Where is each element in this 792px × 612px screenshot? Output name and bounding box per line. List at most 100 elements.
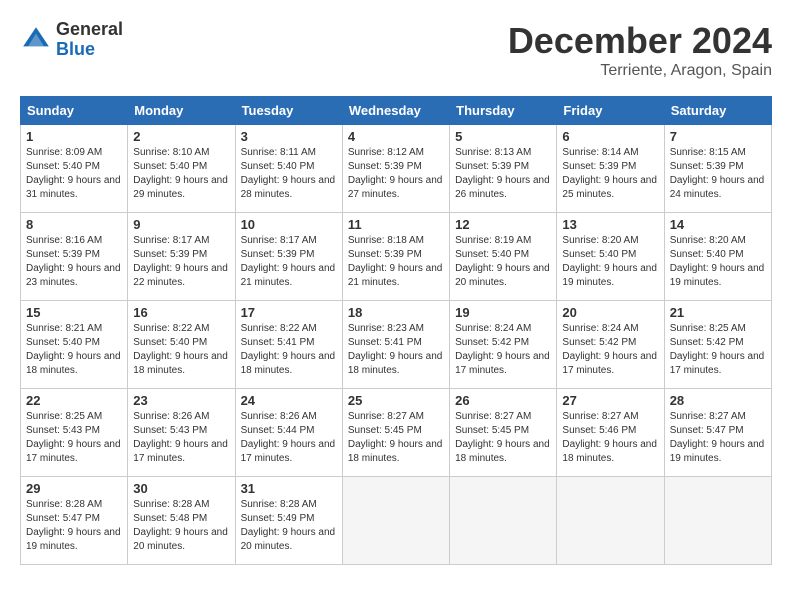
day-info: Sunrise: 8:22 AMSunset: 5:40 PMDaylight:… [133, 322, 229, 378]
calendar-cell: 16 Sunrise: 8:22 AMSunset: 5:40 PMDayligh… [128, 301, 235, 389]
calendar-cell: 19 Sunrise: 8:24 AMSunset: 5:42 PMDayligh… [450, 301, 557, 389]
header-tuesday: Tuesday [235, 97, 342, 125]
logo-text: General Blue [56, 20, 123, 60]
day-info: Sunrise: 8:26 AMSunset: 5:44 PMDaylight:… [241, 410, 337, 466]
title-block: December 2024 Terriente, Aragon, Spain [508, 20, 772, 80]
calendar-cell: 3Sunrise: 8:11 AMSunset: 5:40 PMDaylight… [235, 125, 342, 213]
day-number: 5 [455, 129, 551, 144]
day-number: 13 [562, 217, 658, 232]
calendar-cell: 18 Sunrise: 8:23 AMSunset: 5:41 PMDayligh… [342, 301, 449, 389]
day-number: 20 [562, 305, 658, 320]
calendar-cell: 7Sunrise: 8:15 AMSunset: 5:39 PMDaylight… [664, 125, 771, 213]
day-number: 1 [26, 129, 122, 144]
logo-general: General [56, 20, 123, 40]
day-number: 21 [670, 305, 766, 320]
day-info: Sunrise: 8:19 AMSunset: 5:40 PMDaylight:… [455, 234, 551, 290]
calendar-cell: 20Sunrise: 8:24 AMSunset: 5:42 PMDayligh… [557, 301, 664, 389]
day-number: 17 [241, 305, 337, 320]
location: Terriente, Aragon, Spain [508, 62, 772, 80]
calendar-cell: 26 Sunrise: 8:27 AMSunset: 5:45 PMDayligh… [450, 389, 557, 477]
week-row-1: 1 Sunrise: 8:09 AMSunset: 5:40 PMDaylight… [21, 125, 772, 213]
calendar-cell: 15Sunrise: 8:21 AMSunset: 5:40 PMDayligh… [21, 301, 128, 389]
day-number: 11 [348, 217, 444, 232]
calendar-table: SundayMondayTuesdayWednesdayThursdayFrid… [20, 96, 772, 565]
day-number: 25 [348, 393, 444, 408]
calendar-cell: 27 Sunrise: 8:27 AMSunset: 5:46 PMDayligh… [557, 389, 664, 477]
calendar-cell [342, 477, 449, 565]
calendar-cell: 4 Sunrise: 8:12 AMSunset: 5:39 PMDaylight… [342, 125, 449, 213]
day-number: 10 [241, 217, 337, 232]
calendar-cell: 11 Sunrise: 8:18 AMSunset: 5:39 PMDayligh… [342, 213, 449, 301]
calendar-cell: 28 Sunrise: 8:27 AMSunset: 5:47 PMDayligh… [664, 389, 771, 477]
calendar-cell: 10Sunrise: 8:17 AMSunset: 5:39 PMDayligh… [235, 213, 342, 301]
day-info: Sunrise: 8:27 AMSunset: 5:46 PMDaylight:… [562, 410, 658, 466]
day-info: Sunrise: 8:17 AMSunset: 5:39 PMDaylight:… [133, 234, 229, 290]
calendar-cell: 8Sunrise: 8:16 AMSunset: 5:39 PMDaylight… [21, 213, 128, 301]
day-number: 28 [670, 393, 766, 408]
calendar-cell: 6Sunrise: 8:14 AMSunset: 5:39 PMDaylight… [557, 125, 664, 213]
calendar-cell: 25 Sunrise: 8:27 AMSunset: 5:45 PMDayligh… [342, 389, 449, 477]
calendar-cell: 24 Sunrise: 8:26 AMSunset: 5:44 PMDayligh… [235, 389, 342, 477]
calendar-cell [664, 477, 771, 565]
day-number: 16 [133, 305, 229, 320]
day-info: Sunrise: 8:28 AMSunset: 5:47 PMDaylight:… [26, 498, 122, 554]
day-info: Sunrise: 8:27 AMSunset: 5:47 PMDaylight:… [670, 410, 766, 466]
day-info: Sunrise: 8:13 AMSunset: 5:39 PMDaylight:… [455, 146, 551, 202]
calendar-cell: 31 Sunrise: 8:28 AMSunset: 5:49 PMDayligh… [235, 477, 342, 565]
calendar-cell: 17 Sunrise: 8:22 AMSunset: 5:41 PMDayligh… [235, 301, 342, 389]
day-number: 22 [26, 393, 122, 408]
day-number: 19 [455, 305, 551, 320]
header-monday: Monday [128, 97, 235, 125]
header-thursday: Thursday [450, 97, 557, 125]
calendar-cell: 9 Sunrise: 8:17 AMSunset: 5:39 PMDaylight… [128, 213, 235, 301]
calendar-cell: 1 Sunrise: 8:09 AMSunset: 5:40 PMDaylight… [21, 125, 128, 213]
calendar-cell: 14 Sunrise: 8:20 AMSunset: 5:40 PMDayligh… [664, 213, 771, 301]
day-info: Sunrise: 8:25 AMSunset: 5:42 PMDaylight:… [670, 322, 766, 378]
day-info: Sunrise: 8:27 AMSunset: 5:45 PMDaylight:… [348, 410, 444, 466]
calendar-cell: 5 Sunrise: 8:13 AMSunset: 5:39 PMDaylight… [450, 125, 557, 213]
logo-icon [20, 24, 52, 56]
day-number: 12 [455, 217, 551, 232]
page-header: General Blue December 2024 Terriente, Ar… [20, 20, 772, 80]
week-row-5: 29 Sunrise: 8:28 AMSunset: 5:47 PMDayligh… [21, 477, 772, 565]
day-number: 3 [241, 129, 337, 144]
day-number: 26 [455, 393, 551, 408]
day-number: 4 [348, 129, 444, 144]
day-info: Sunrise: 8:12 AMSunset: 5:39 PMDaylight:… [348, 146, 444, 202]
day-number: 27 [562, 393, 658, 408]
calendar-cell: 12 Sunrise: 8:19 AMSunset: 5:40 PMDayligh… [450, 213, 557, 301]
day-info: Sunrise: 8:10 AMSunset: 5:40 PMDaylight:… [133, 146, 229, 202]
day-number: 14 [670, 217, 766, 232]
week-row-3: 15Sunrise: 8:21 AMSunset: 5:40 PMDayligh… [21, 301, 772, 389]
day-info: Sunrise: 8:18 AMSunset: 5:39 PMDaylight:… [348, 234, 444, 290]
day-info: Sunrise: 8:20 AMSunset: 5:40 PMDaylight:… [670, 234, 766, 290]
calendar-cell: 13 Sunrise: 8:20 AMSunset: 5:40 PMDayligh… [557, 213, 664, 301]
day-number: 31 [241, 481, 337, 496]
calendar-cell: 29 Sunrise: 8:28 AMSunset: 5:47 PMDayligh… [21, 477, 128, 565]
calendar-cell: 30Sunrise: 8:28 AMSunset: 5:48 PMDayligh… [128, 477, 235, 565]
day-info: Sunrise: 8:27 AMSunset: 5:45 PMDaylight:… [455, 410, 551, 466]
day-info: Sunrise: 8:22 AMSunset: 5:41 PMDaylight:… [241, 322, 337, 378]
day-number: 9 [133, 217, 229, 232]
calendar-cell: 22Sunrise: 8:25 AMSunset: 5:43 PMDayligh… [21, 389, 128, 477]
day-number: 2 [133, 129, 229, 144]
calendar-cell: 21 Sunrise: 8:25 AMSunset: 5:42 PMDayligh… [664, 301, 771, 389]
header-friday: Friday [557, 97, 664, 125]
day-number: 6 [562, 129, 658, 144]
calendar-cell: 23Sunrise: 8:26 AMSunset: 5:43 PMDayligh… [128, 389, 235, 477]
day-info: Sunrise: 8:16 AMSunset: 5:39 PMDaylight:… [26, 234, 122, 290]
day-info: Sunrise: 8:20 AMSunset: 5:40 PMDaylight:… [562, 234, 658, 290]
day-number: 18 [348, 305, 444, 320]
day-info: Sunrise: 8:28 AMSunset: 5:49 PMDaylight:… [241, 498, 337, 554]
day-number: 24 [241, 393, 337, 408]
day-number: 29 [26, 481, 122, 496]
day-info: Sunrise: 8:24 AMSunset: 5:42 PMDaylight:… [455, 322, 551, 378]
day-info: Sunrise: 8:09 AMSunset: 5:40 PMDaylight:… [26, 146, 122, 202]
logo: General Blue [20, 20, 123, 60]
day-info: Sunrise: 8:23 AMSunset: 5:41 PMDaylight:… [348, 322, 444, 378]
month-title: December 2024 [508, 20, 772, 62]
day-number: 15 [26, 305, 122, 320]
day-number: 23 [133, 393, 229, 408]
day-number: 7 [670, 129, 766, 144]
header-wednesday: Wednesday [342, 97, 449, 125]
